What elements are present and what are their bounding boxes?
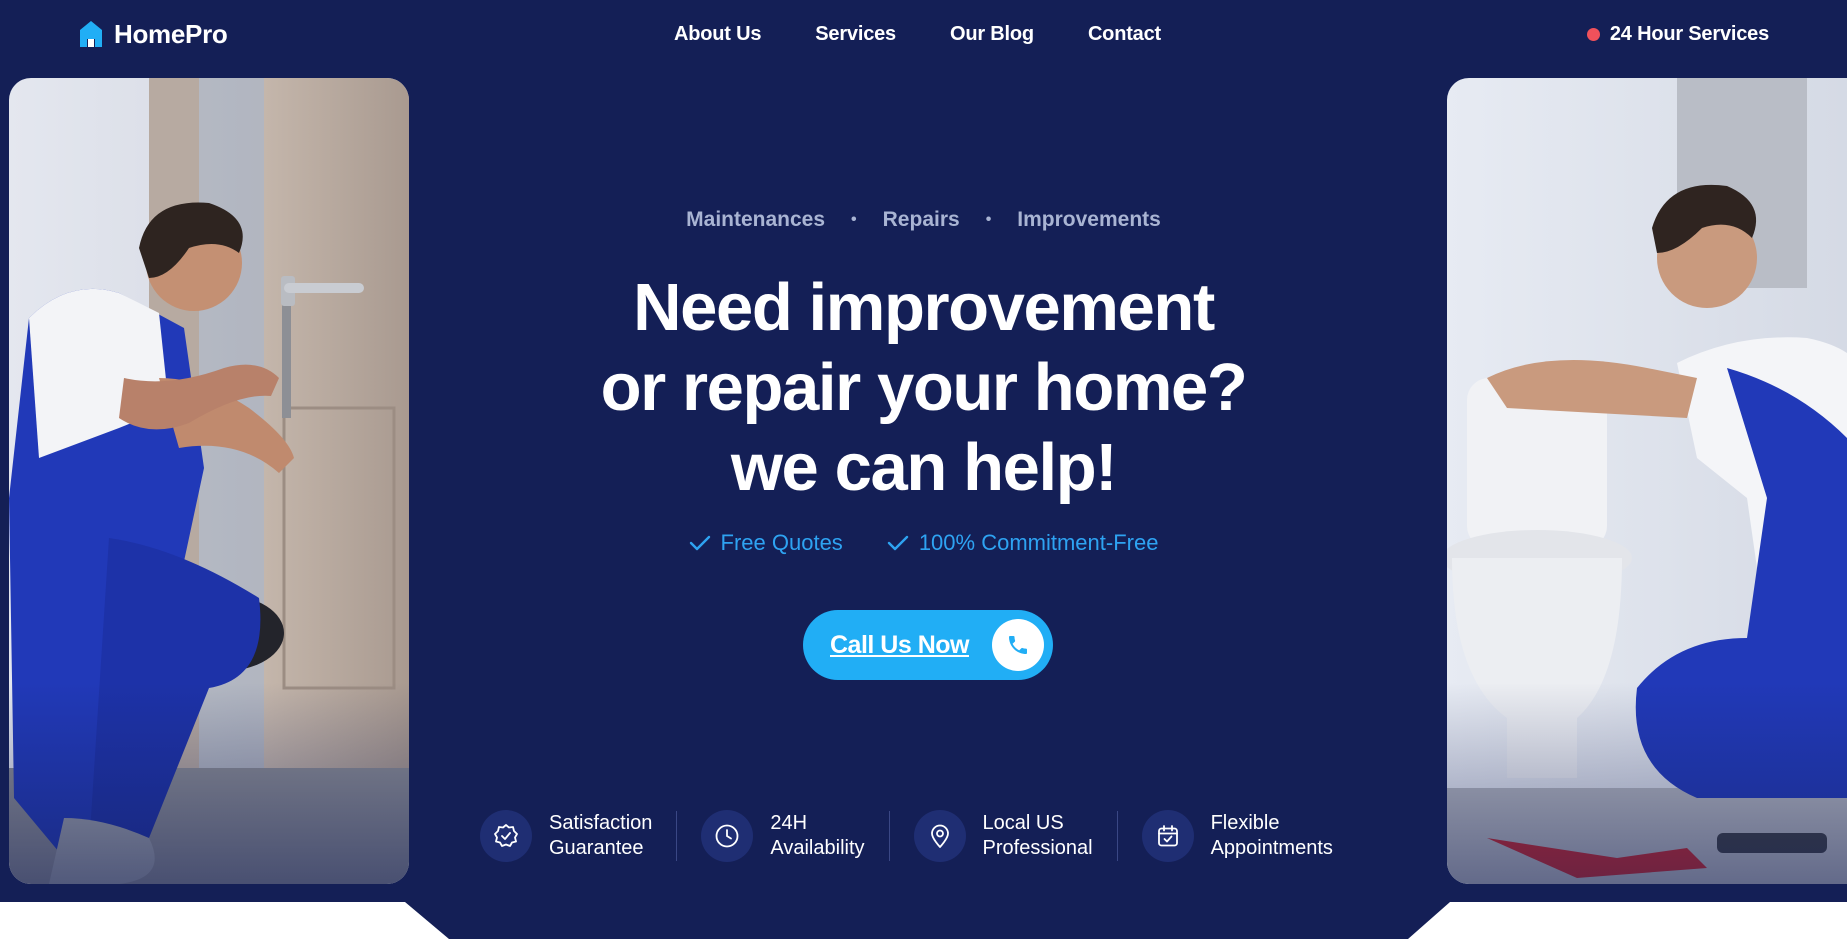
kicker-maintenances: Maintenances xyxy=(686,208,826,231)
logo-text: HomePro xyxy=(114,18,228,49)
badge-check-icon xyxy=(480,810,532,862)
headline-line-3: we can help! xyxy=(730,430,1118,505)
nav-contact[interactable]: Contact xyxy=(1088,23,1161,46)
house-icon xyxy=(80,21,102,47)
clock-icon xyxy=(701,810,754,862)
feature-divider xyxy=(676,811,678,861)
feature-flexible-appointments: Flexible Appointments xyxy=(1141,810,1333,862)
headline-line-1: Need improvement xyxy=(633,270,1215,345)
feature-local-professional: Local US Professional xyxy=(913,810,1093,862)
feature-availability: 24H Availability xyxy=(701,810,865,862)
cta-label: Call Us Now xyxy=(830,630,969,659)
feature-label: 24H Availability xyxy=(770,812,865,859)
hero-section: HomePro About Us Services Our Blog Conta… xyxy=(0,0,1847,939)
features-row: Satisfaction Guarantee 24H Availability … xyxy=(480,805,1333,867)
check-label: 100% Commitment-Free xyxy=(918,530,1159,555)
kicker-separator: • xyxy=(851,211,857,228)
location-pin-icon xyxy=(913,810,966,862)
phone-icon xyxy=(992,619,1044,671)
check-label: Free Quotes xyxy=(720,530,843,555)
headline-line-2: or repair your home? xyxy=(600,350,1248,425)
feature-satisfaction: Satisfaction Guarantee xyxy=(480,810,652,862)
main-nav: About Us Services Our Blog Contact xyxy=(674,18,1161,50)
calendar-check-icon xyxy=(1141,810,1194,862)
feature-label: Flexible Appointments xyxy=(1210,812,1333,859)
feature-divider xyxy=(1116,811,1118,861)
feature-label: Satisfaction Guarantee xyxy=(549,812,653,859)
check-free-quotes: Free Quotes xyxy=(689,530,843,556)
nav-services[interactable]: Services xyxy=(815,23,896,46)
checkmark-icon xyxy=(887,535,909,551)
kicker-improvements: Improvements xyxy=(1017,208,1161,231)
benefit-checks: Free Quotes 100% Commitment-Free xyxy=(0,530,1847,556)
service-kicker: Maintenances • Repairs • Improvements xyxy=(0,208,1847,232)
logo-link[interactable]: HomePro xyxy=(78,16,228,52)
nav-about-us[interactable]: About Us xyxy=(674,23,761,46)
nav-our-blog[interactable]: Our Blog xyxy=(950,23,1034,46)
hours-indicator[interactable]: 24 Hour Services xyxy=(1586,18,1769,50)
check-commitment-free: 100% Commitment-Free xyxy=(887,530,1159,556)
checkmark-icon xyxy=(689,535,710,551)
live-dot-icon xyxy=(1586,27,1600,41)
kicker-repairs: Repairs xyxy=(882,208,960,231)
call-us-now-button[interactable]: Call Us Now xyxy=(803,610,1053,680)
hours-label: 24 Hour Services xyxy=(1609,22,1769,45)
kicker-separator: • xyxy=(985,211,992,228)
feature-label: Local US Professional xyxy=(982,812,1093,859)
feature-divider xyxy=(888,811,890,861)
hero-headline: Need improvement or repair your home? we… xyxy=(0,268,1847,508)
